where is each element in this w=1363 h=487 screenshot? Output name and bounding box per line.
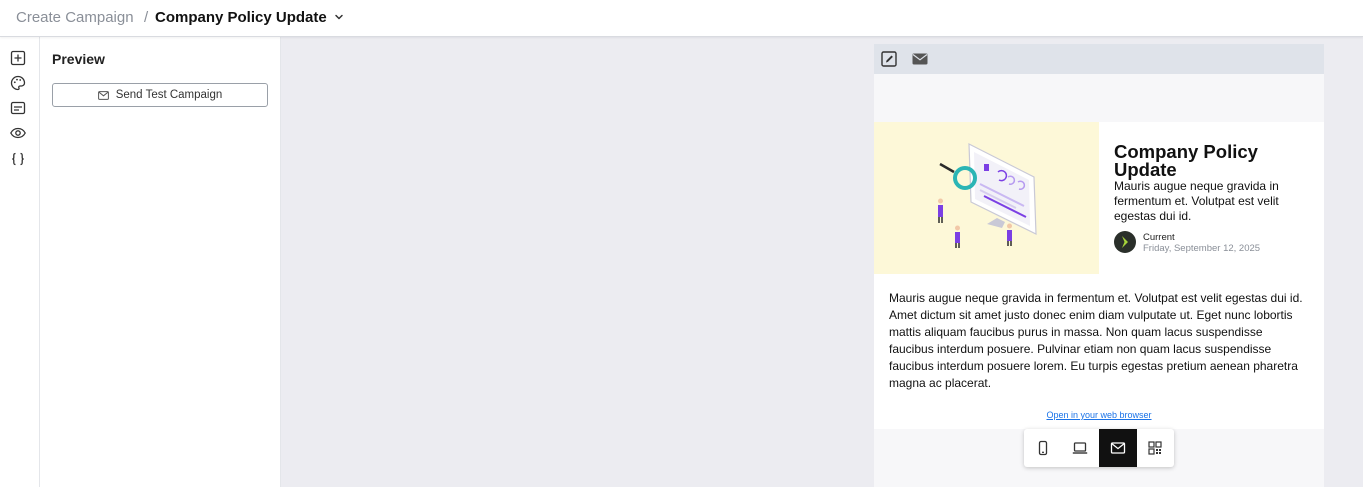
desktop-view-button[interactable] — [1061, 429, 1099, 467]
eye-icon[interactable] — [9, 124, 27, 142]
analytics-illustration-icon — [938, 143, 1037, 248]
tool-rail — [0, 37, 40, 487]
preview-panel: Preview Send Test Campaign — [40, 37, 281, 487]
envelope-icon[interactable] — [911, 50, 929, 68]
send-test-campaign-button[interactable]: Send Test Campaign — [52, 83, 268, 107]
send-test-label: Send Test Campaign — [115, 89, 223, 101]
email-view-button[interactable] — [1099, 429, 1137, 467]
envelope-icon — [97, 90, 109, 100]
email-icon — [1110, 442, 1126, 454]
chevron-down-icon[interactable] — [334, 12, 344, 22]
preview-toolbar — [874, 44, 1324, 74]
author-logo-icon — [1114, 231, 1136, 253]
author-name: Current — [1143, 232, 1175, 243]
breadcrumb-create-campaign[interactable]: Create Campaign — [16, 9, 134, 27]
email-preview-frame: Company Policy Update Mauris augue neque… — [874, 44, 1324, 487]
mobile-icon — [1038, 440, 1048, 456]
hero-illustration — [874, 122, 1099, 274]
hero-section: Company Policy Update Mauris augue neque… — [874, 122, 1324, 274]
add-block-icon[interactable] — [9, 49, 27, 67]
panel-title: Preview — [52, 51, 105, 67]
hero-subtitle: Mauris augue neque gravida in fermentum … — [1114, 179, 1279, 223]
email-body: Mauris augue neque gravida in fermentum … — [874, 274, 1324, 429]
palette-icon[interactable] — [9, 74, 27, 92]
breadcrumb-separator: / — [144, 9, 149, 26]
hero-title: Company Policy Update — [1114, 141, 1258, 180]
publish-date: Friday, September 12, 2025 — [1143, 243, 1261, 254]
grid-icon — [1148, 441, 1162, 455]
mobile-view-button[interactable] — [1024, 429, 1062, 467]
laptop-icon — [1072, 442, 1088, 454]
open-in-browser-link[interactable]: Open in your web browser — [874, 410, 1324, 420]
grid-view-button[interactable] — [1136, 429, 1174, 467]
top-bar: Create Campaign / Company Policy Update — [0, 0, 1363, 37]
preview-top-spacer — [874, 74, 1324, 122]
device-switcher — [1024, 429, 1174, 467]
campaign-name-dropdown[interactable]: Company Policy Update — [155, 9, 327, 27]
edit-icon[interactable] — [880, 50, 898, 68]
body-paragraph: Mauris augue neque gravida in fermentum … — [889, 291, 1303, 390]
code-braces-icon[interactable] — [9, 150, 27, 168]
form-icon[interactable] — [9, 99, 27, 117]
